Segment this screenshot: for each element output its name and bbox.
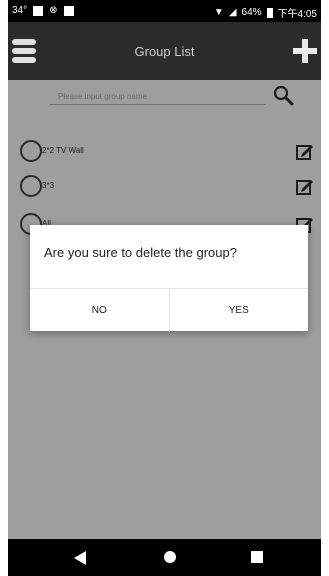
dialog-message: Are you sure to delete the group? [44,245,237,260]
add-group-icon[interactable] [293,39,317,63]
wifi-icon: ▼ [213,7,224,18]
page-title: Group List [134,44,195,59]
clock: 下午4:05 [277,9,317,20]
group-name: 2*2 TV Wall [42,146,84,155]
signal-icon: ◢ [228,7,237,18]
app-bar: Group List [8,22,321,80]
select-radio[interactable] [20,140,42,162]
home-icon[interactable] [164,551,176,563]
search-icon[interactable] [272,84,294,106]
no-button[interactable]: NO [30,289,169,332]
vpn-icon: ⊗ [49,5,58,16]
select-radio[interactable] [20,175,42,197]
yes-button[interactable]: YES [168,289,309,332]
dialog-buttons: NO YES [30,288,308,332]
list-item[interactable]: 2*2 TV Wall [8,138,321,168]
battery-saver-icon [63,5,74,16]
back-icon[interactable] [74,551,86,565]
edit-icon[interactable] [296,142,314,160]
phone-screen: 34° ⊗ ▼ ◢ 64% 下午4:05 Group List 2*2 TV W… [8,0,321,576]
recent-apps-icon[interactable] [251,551,263,563]
list-item[interactable]: 3*3 [8,173,321,203]
delete-confirm-dialog: Are you sure to delete the group? NO YES [30,225,308,332]
battery-icon [266,7,273,18]
photo-icon [33,5,44,16]
temperature: 34° [12,5,28,16]
status-bar: 34° ⊗ ▼ ◢ 64% 下午4:05 [8,0,321,22]
edit-icon[interactable] [296,177,314,195]
nav-bar [8,539,321,576]
search-input[interactable] [50,88,266,105]
battery-percent: 64% [241,7,262,18]
group-name: 3*3 [42,181,55,190]
